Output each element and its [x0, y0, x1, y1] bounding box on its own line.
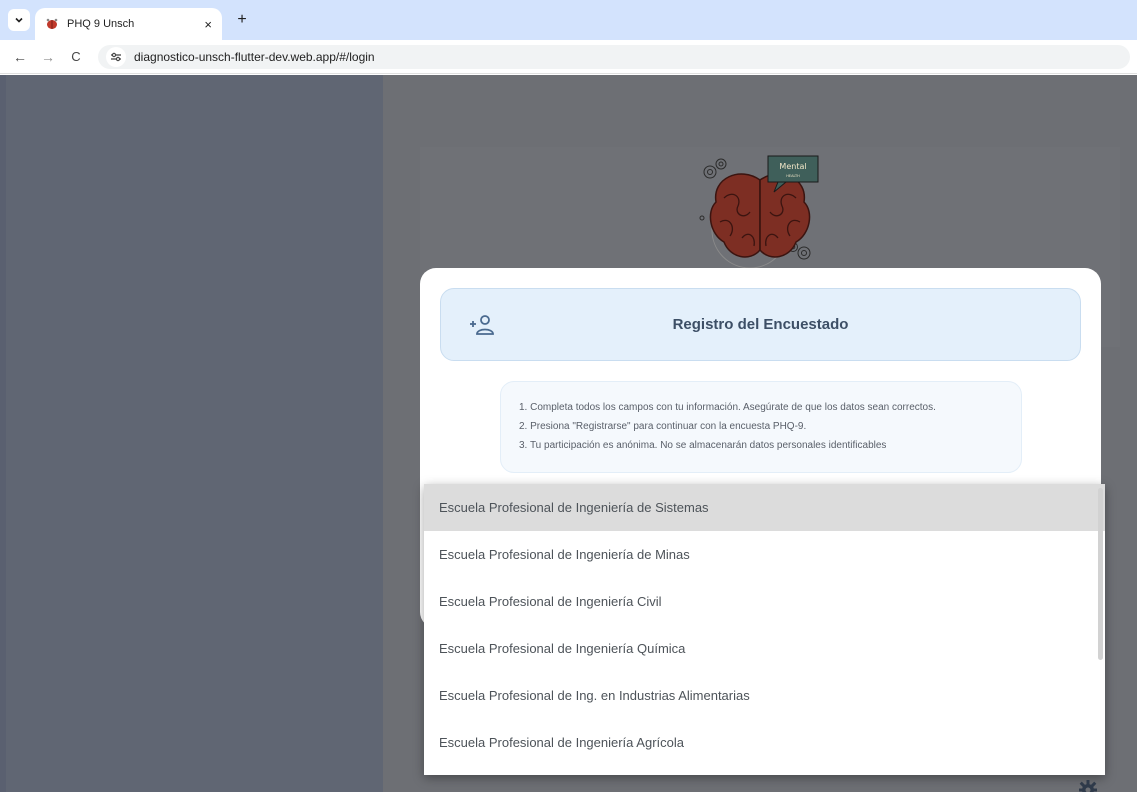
- mental-health-brain-logo: Mental HEALTH: [699, 155, 819, 269]
- instruction-line: 3. Tu participación es anónima. No se al…: [519, 440, 887, 451]
- forward-button[interactable]: →: [38, 47, 58, 67]
- address-bar[interactable]: diagnostico-unsch-flutter-dev.web.app/#/…: [98, 45, 1130, 69]
- instruction-line: 1. Completa todos los campos con tu info…: [519, 402, 936, 413]
- site-info-icon[interactable]: [106, 47, 126, 67]
- dropdown-scrollbar[interactable]: [1098, 488, 1103, 660]
- card-header: Registro del Encuestado: [440, 288, 1081, 361]
- logo-sign-text: Mental: [779, 162, 806, 171]
- back-button[interactable]: ←: [10, 47, 30, 67]
- registration-title: Registro del Encuestado: [672, 316, 849, 333]
- school-dropdown-menu[interactable]: Escuela Profesional de Ingeniería de Sis…: [424, 484, 1105, 775]
- dropdown-option-minas[interactable]: Escuela Profesional de Ingeniería de Min…: [424, 531, 1105, 578]
- instruction-line: 2. Presiona "Registrarse" para continuar…: [519, 421, 807, 432]
- new-tab-button[interactable]: +: [232, 10, 252, 30]
- dropdown-option-agricola[interactable]: Escuela Profesional de Ingeniería Agríco…: [424, 719, 1105, 766]
- browser-tab[interactable]: PHQ 9 Unsch ×: [35, 8, 222, 40]
- tab-close-icon[interactable]: ×: [204, 17, 212, 32]
- tab-search-chevron-icon[interactable]: [8, 9, 30, 31]
- browser-tabstrip: PHQ 9 Unsch × +: [0, 0, 1137, 40]
- gear-icon[interactable]: [1078, 780, 1098, 792]
- reload-button[interactable]: C: [66, 47, 86, 67]
- dropdown-option-civil[interactable]: Escuela Profesional de Ingeniería Civil: [424, 578, 1105, 625]
- tab-title: PHQ 9 Unsch: [67, 18, 135, 30]
- dropdown-option-sistemas[interactable]: Escuela Profesional de Ingeniería de Sis…: [424, 484, 1105, 531]
- dropdown-option-quimica[interactable]: Escuela Profesional de Ingeniería Químic…: [424, 625, 1105, 672]
- url-text: diagnostico-unsch-flutter-dev.web.app/#/…: [134, 50, 375, 64]
- instructions-box: 1. Completa todos los campos con tu info…: [500, 381, 1022, 473]
- left-panel: [6, 75, 383, 792]
- browser-toolbar: ← → C diagnostico-unsch-flutter-dev.web.…: [0, 40, 1137, 74]
- logo-sign-subtext: HEALTH: [786, 174, 800, 178]
- page-viewport: Mental HEALTH Registro del Encuestado 1.…: [0, 75, 1137, 792]
- dropdown-option-industrias-alimentarias[interactable]: Escuela Profesional de Ing. en Industria…: [424, 672, 1105, 719]
- brain-favicon-icon: [46, 18, 58, 29]
